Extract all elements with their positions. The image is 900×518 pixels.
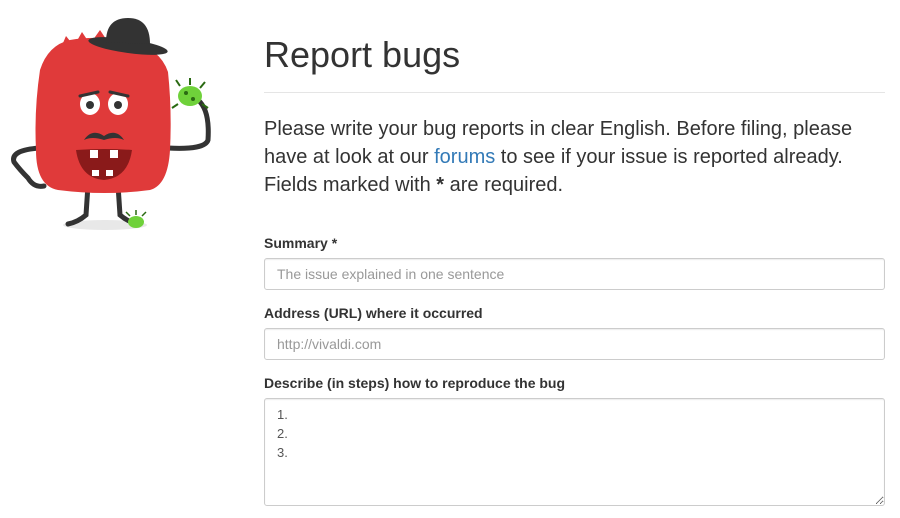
bug-monster-mascot-icon [11, 18, 211, 230]
address-field-group: Address (URL) where it occurred [264, 303, 885, 360]
intro-text-part: are required. [444, 174, 564, 196]
green-bug-icon [171, 78, 209, 109]
address-url-input[interactable] [264, 328, 885, 360]
title-divider [264, 92, 885, 93]
address-label: Address (URL) where it occurred [264, 305, 483, 321]
steps-field-group: Describe (in steps) how to reproduce the… [264, 373, 885, 506]
main-content: Report bugs Please write your bug report… [264, 0, 885, 506]
forums-link[interactable]: forums [434, 146, 495, 168]
steps-label: Describe (in steps) how to reproduce the… [264, 375, 566, 391]
report-bugs-page: Report bugs Please write your bug report… [0, 0, 900, 518]
required-marker: * [436, 174, 445, 196]
summary-input[interactable] [264, 258, 885, 290]
page-title: Report bugs [264, 34, 461, 75]
intro-text: Please write your bug reports in clear E… [264, 115, 885, 199]
summary-label: Summary * [264, 235, 338, 251]
steps-textarea[interactable]: 1. 2. 3. [264, 398, 885, 506]
summary-field-group: Summary * [264, 233, 885, 290]
